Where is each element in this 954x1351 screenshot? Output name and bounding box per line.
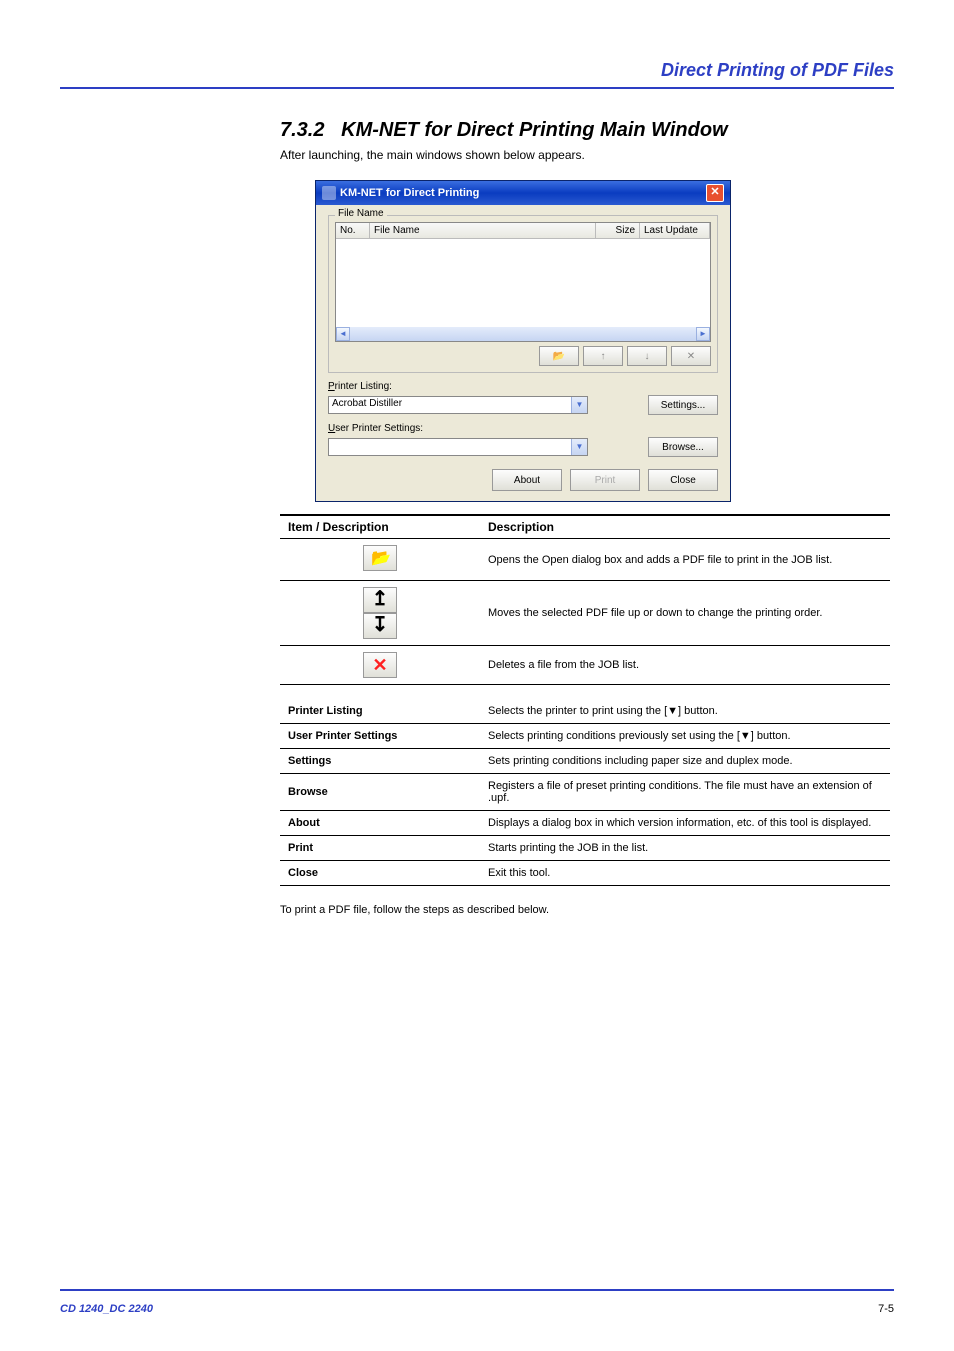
open-file-button[interactable]: 📂 bbox=[539, 346, 579, 366]
printer-listing-value: Acrobat Distiller bbox=[332, 398, 402, 409]
row-desc: Selects the printer to print using the [… bbox=[480, 699, 890, 724]
row-desc: Starts printing the JOB in the list. bbox=[480, 836, 890, 861]
row-key: User Printer Settings bbox=[280, 724, 480, 749]
file-name-group: File Name No. File Name Size Last Update… bbox=[328, 215, 718, 373]
arrow-up-icon: ↑ bbox=[601, 351, 606, 362]
table-row: Printer Listing Selects the printer to p… bbox=[280, 699, 890, 724]
titlebar: KM-NET for Direct Printing ✕ bbox=[316, 181, 730, 205]
print-button[interactable]: Print bbox=[570, 469, 640, 491]
table-row: ✕ Deletes a file from the JOB list. bbox=[280, 646, 890, 685]
section-heading: 7.3.2 KM-NET for Direct Printing Main Wi… bbox=[280, 119, 894, 142]
file-listview[interactable]: No. File Name Size Last Update ◄ ► bbox=[335, 222, 711, 342]
table-row: Print Starts printing the JOB in the lis… bbox=[280, 836, 890, 861]
row-desc: Registers a file of preset printing cond… bbox=[480, 774, 890, 811]
row-desc: Deletes a file from the JOB list. bbox=[480, 646, 890, 685]
col-filename[interactable]: File Name bbox=[370, 223, 596, 238]
printer-listing-label: Printer Listing: bbox=[328, 381, 718, 392]
col-size[interactable]: Size bbox=[596, 223, 640, 238]
close-icon[interactable]: ✕ bbox=[706, 184, 724, 202]
item-description-table: Printer Listing Selects the printer to p… bbox=[280, 699, 890, 886]
row-desc: Exit this tool. bbox=[480, 861, 890, 886]
footer-rule bbox=[60, 1289, 894, 1291]
browse-button[interactable]: Browse... bbox=[648, 437, 718, 457]
row-desc: Displays a dialog box in which version i… bbox=[480, 811, 890, 836]
footer-page: 7-5 bbox=[878, 1303, 894, 1315]
table-header-item: Item / Description bbox=[280, 515, 480, 539]
arrow-down-icon: ↧ bbox=[363, 613, 397, 639]
group-label: File Name bbox=[335, 208, 387, 219]
row-key: Settings bbox=[280, 749, 480, 774]
chevron-down-icon[interactable]: ▼ bbox=[571, 439, 587, 455]
scroll-right-icon[interactable]: ► bbox=[696, 327, 710, 341]
row-desc: Selects printing conditions previously s… bbox=[480, 724, 890, 749]
table-header-desc: Description bbox=[480, 515, 890, 539]
close-button[interactable]: Close bbox=[648, 469, 718, 491]
table-row: Opens the Open dialog box and adds a PDF… bbox=[280, 539, 890, 581]
section-number: 7.3.2 bbox=[280, 119, 324, 141]
header-rule bbox=[60, 87, 894, 89]
col-lastupdate[interactable]: Last Update bbox=[640, 223, 710, 238]
delete-x-icon: ✕ bbox=[363, 652, 397, 678]
printer-listing-combo[interactable]: Acrobat Distiller ▼ bbox=[328, 396, 588, 414]
table-row: ↥ ↧ Moves the selected PDF file up or do… bbox=[280, 581, 890, 646]
user-settings-combo[interactable]: ▼ bbox=[328, 438, 588, 456]
arrow-up-icon: ↥ bbox=[363, 587, 397, 613]
instruction-note: To print a PDF file, follow the steps as… bbox=[280, 904, 890, 916]
table-row: Settings Sets printing conditions includ… bbox=[280, 749, 890, 774]
folder-open-icon: 📂 bbox=[553, 351, 565, 362]
table-row: Close Exit this tool. bbox=[280, 861, 890, 886]
icon-description-table: Item / Description Description Opens the… bbox=[280, 514, 890, 685]
move-up-button[interactable]: ↑ bbox=[583, 346, 623, 366]
chevron-down-icon[interactable]: ▼ bbox=[571, 397, 587, 413]
scroll-left-icon[interactable]: ◄ bbox=[336, 327, 350, 341]
running-header: Direct Printing of PDF Files bbox=[60, 60, 894, 81]
table-row: Browse Registers a file of preset printi… bbox=[280, 774, 890, 811]
user-printer-settings-label: User Printer Settings: bbox=[328, 423, 718, 434]
x-icon: ✕ bbox=[687, 351, 695, 362]
section-subtitle: After launching, the main windows shown … bbox=[280, 148, 894, 162]
move-down-button[interactable]: ↓ bbox=[627, 346, 667, 366]
row-key: About bbox=[280, 811, 480, 836]
row-key: Browse bbox=[280, 774, 480, 811]
horizontal-scrollbar[interactable]: ◄ ► bbox=[336, 327, 710, 341]
col-no[interactable]: No. bbox=[336, 223, 370, 238]
row-desc: Opens the Open dialog box and adds a PDF… bbox=[480, 539, 890, 581]
arrow-down-icon: ↓ bbox=[645, 351, 650, 362]
window-title: KM-NET for Direct Printing bbox=[340, 187, 479, 199]
table-row: About Displays a dialog box in which ver… bbox=[280, 811, 890, 836]
table-row: User Printer Settings Selects printing c… bbox=[280, 724, 890, 749]
about-button[interactable]: About bbox=[492, 469, 562, 491]
row-desc: Sets printing conditions including paper… bbox=[480, 749, 890, 774]
app-icon bbox=[322, 186, 336, 200]
row-key: Print bbox=[280, 836, 480, 861]
dialog-window: KM-NET for Direct Printing ✕ File Name N… bbox=[315, 180, 731, 502]
listview-header: No. File Name Size Last Update bbox=[336, 223, 710, 239]
folder-open-icon bbox=[363, 545, 397, 571]
delete-button[interactable]: ✕ bbox=[671, 346, 711, 366]
row-key: Printer Listing bbox=[280, 699, 480, 724]
settings-button[interactable]: Settings... bbox=[648, 395, 718, 415]
row-desc: Moves the selected PDF file up or down t… bbox=[480, 581, 890, 646]
section-title: KM-NET for Direct Printing Main Window bbox=[341, 119, 727, 141]
row-key: Close bbox=[280, 861, 480, 886]
footer-product: CD 1240_DC 2240 bbox=[60, 1303, 153, 1315]
